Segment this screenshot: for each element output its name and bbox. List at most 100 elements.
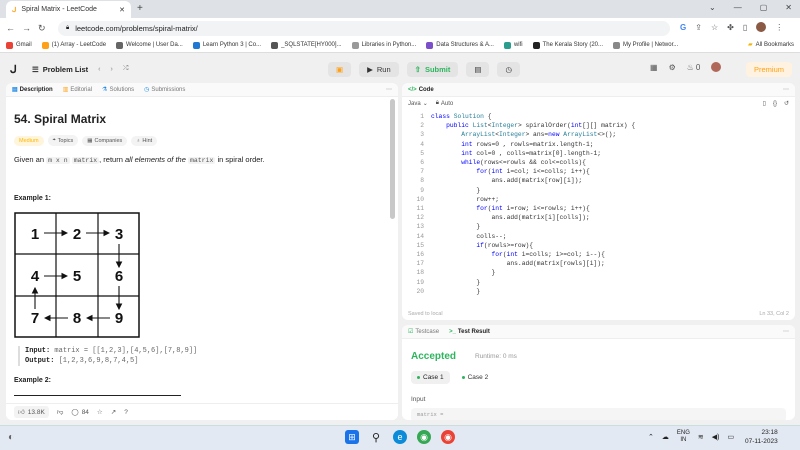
- chrome-icon[interactable]: ◉: [417, 430, 431, 444]
- debug-button[interactable]: ▣: [328, 62, 352, 77]
- tab-code[interactable]: </> Code: [408, 87, 434, 93]
- sidebar-icon[interactable]: ▯: [743, 23, 747, 32]
- dislike-button[interactable]: 👎︎: [57, 408, 64, 416]
- tab-editorial[interactable]: ▥ Editorial: [63, 86, 92, 94]
- cloud-icon[interactable]: ☁: [662, 433, 669, 441]
- comments-button[interactable]: ◯ 84: [71, 408, 89, 417]
- code-line[interactable]: while(rows<=rowls && col<=colls){: [431, 158, 586, 167]
- bookmark-item[interactable]: _SQLSTATE[HY000]...: [271, 41, 342, 49]
- topics-badge[interactable]: ⌖ Topics: [47, 135, 79, 146]
- user-avatar[interactable]: [711, 62, 722, 72]
- maximize-icon[interactable]: ▢: [760, 3, 768, 12]
- code-line[interactable]: for(int i=colls; i>=col; i--){: [431, 250, 604, 259]
- wifi-icon[interactable]: ≋: [698, 433, 704, 441]
- code-line[interactable]: colls--;: [431, 232, 506, 241]
- favorite-star-icon[interactable]: ☆: [97, 408, 103, 416]
- layout-icon[interactable]: ▦: [650, 63, 658, 72]
- code-line[interactable]: for(int i=col; i<=colls; i++){: [431, 167, 589, 176]
- problem-list-button[interactable]: ☰ Problem List: [32, 65, 88, 74]
- edge-icon[interactable]: e: [393, 430, 407, 444]
- prev-problem-icon[interactable]: ‹: [98, 66, 100, 73]
- companies-badge[interactable]: ▦ Companies: [82, 135, 128, 146]
- description-scrollbar[interactable]: [390, 99, 395, 219]
- code-line[interactable]: ans.add(matrix[row][i]);: [431, 176, 582, 185]
- windows-start-icon[interactable]: ⊞: [345, 430, 359, 444]
- code-line[interactable]: ans.add(matrix[i][colls]);: [431, 213, 589, 222]
- code-more-icon[interactable]: ⋯: [783, 86, 789, 93]
- code-line[interactable]: }: [431, 287, 480, 296]
- bookmark-item[interactable]: Data Structures & A...: [426, 41, 494, 49]
- more-icon[interactable]: ⋯: [386, 86, 392, 93]
- code-line[interactable]: public List<Integer> spiralOrder(int[][]…: [431, 121, 635, 130]
- code-line[interactable]: }: [431, 186, 480, 195]
- bookmark-item[interactable]: (1) Array - LeetCode: [41, 41, 106, 49]
- tab-solutions[interactable]: ⚗ Solutions: [102, 86, 134, 94]
- back-icon[interactable]: ←: [6, 23, 15, 33]
- code-line[interactable]: int rows=0 , rowls=matrix.length-1;: [431, 140, 593, 149]
- test-more-icon[interactable]: ⋯: [783, 328, 789, 335]
- code-line[interactable]: if(rowls>=row){: [431, 241, 533, 250]
- shuffle-icon[interactable]: ⤮: [123, 65, 129, 73]
- tab-description[interactable]: ▤ Description: [12, 86, 53, 94]
- bookmark-item[interactable]: Welcome | User Da...: [116, 41, 183, 49]
- tab-search-icon[interactable]: ⌄: [709, 3, 716, 12]
- bookmark-icon[interactable]: ▯: [763, 100, 766, 107]
- bookmark-star-icon[interactable]: ☆: [711, 23, 718, 32]
- language-indicator[interactable]: ENG IN: [677, 430, 690, 444]
- bookmark-item[interactable]: The Kerala Story (20...: [532, 41, 603, 49]
- code-line[interactable]: ans.add(matrix[rowls][i]);: [431, 259, 605, 268]
- chrome-active-icon[interactable]: ◉: [441, 430, 455, 444]
- autocomplete-toggle[interactable]: 🔒︎ Auto: [436, 100, 454, 107]
- code-line[interactable]: }: [431, 268, 495, 277]
- extensions-icon[interactable]: ✤: [727, 23, 734, 32]
- submit-button[interactable]: ⇧ Submit: [406, 62, 459, 77]
- case-1-tab[interactable]: Case 1: [411, 371, 450, 384]
- case-2-tab[interactable]: Case 2: [456, 371, 495, 384]
- close-window-icon[interactable]: ✕: [785, 3, 792, 12]
- like-button[interactable]: 👍︎ 13.8K: [14, 406, 49, 418]
- share-icon[interactable]: ⇪: [695, 23, 702, 32]
- weather-widget-icon[interactable]: ◐: [8, 432, 14, 443]
- battery-icon[interactable]: ▭: [727, 433, 734, 441]
- leetcode-logo-icon[interactable]: ᒍ: [10, 63, 22, 76]
- new-tab-icon[interactable]: +: [137, 3, 143, 14]
- format-braces-icon[interactable]: {}: [773, 101, 777, 107]
- tab-testcase[interactable]: ☑ Testcase: [408, 328, 439, 336]
- search-icon[interactable]: ⚲: [369, 430, 383, 444]
- browser-tab[interactable]: ᒍ Spiral Matrix - LeetCode ✕: [6, 1, 131, 18]
- profile-avatar[interactable]: [756, 22, 767, 32]
- notes-button[interactable]: ▤: [466, 62, 490, 77]
- bookmark-item[interactable]: Gmail: [6, 41, 32, 49]
- share-link-icon[interactable]: ↗: [111, 408, 116, 416]
- language-select[interactable]: Java ⌄: [408, 100, 428, 108]
- volume-icon[interactable]: ◀): [712, 433, 720, 441]
- menu-icon[interactable]: ⋮: [775, 23, 783, 32]
- code-editor[interactable]: 1 class Solution {2 public List<Integer> …: [402, 112, 795, 307]
- close-tab-icon[interactable]: ✕: [119, 6, 125, 14]
- premium-button[interactable]: Premium: [746, 62, 793, 77]
- streak-counter[interactable]: ♨ 0: [687, 63, 701, 72]
- code-line[interactable]: for(int i=row; i<=rowls; i++){: [431, 204, 589, 213]
- google-icon[interactable]: G: [680, 23, 686, 32]
- reload-icon[interactable]: ↻: [38, 23, 46, 34]
- reset-code-icon[interactable]: ↺: [784, 100, 789, 107]
- minimize-icon[interactable]: —: [734, 3, 742, 12]
- run-button[interactable]: ▶ Run: [359, 62, 399, 77]
- tab-submissions[interactable]: ◷ Submissions: [144, 86, 185, 94]
- help-icon[interactable]: ?: [124, 409, 128, 416]
- timer-button[interactable]: ◷: [497, 62, 520, 77]
- all-bookmarks[interactable]: ▰ All Bookmarks: [748, 41, 794, 48]
- settings-icon[interactable]: ⚙: [669, 63, 676, 72]
- taskbar-clock[interactable]: 23:18 07-11-2023: [745, 428, 778, 446]
- forward-icon[interactable]: →: [22, 23, 31, 33]
- code-line[interactable]: }: [431, 278, 480, 287]
- code-line[interactable]: ArrayList<Integer> ans=new ArrayList<>()…: [431, 130, 616, 139]
- tab-test-result[interactable]: >_ Test Result: [449, 329, 490, 335]
- bookmark-item[interactable]: My Profile | Networ...: [613, 41, 678, 49]
- code-line[interactable]: class Solution {: [431, 112, 491, 121]
- url-input[interactable]: 🔒︎ leetcode.com/problems/spiral-matrix/: [58, 21, 670, 36]
- code-line[interactable]: }: [431, 222, 480, 231]
- bookmark-item[interactable]: wifi: [503, 41, 523, 49]
- code-line[interactable]: int col=0 , colls=matrix[0].length-1;: [431, 149, 601, 158]
- tray-chevron-icon[interactable]: ⌃: [648, 433, 654, 441]
